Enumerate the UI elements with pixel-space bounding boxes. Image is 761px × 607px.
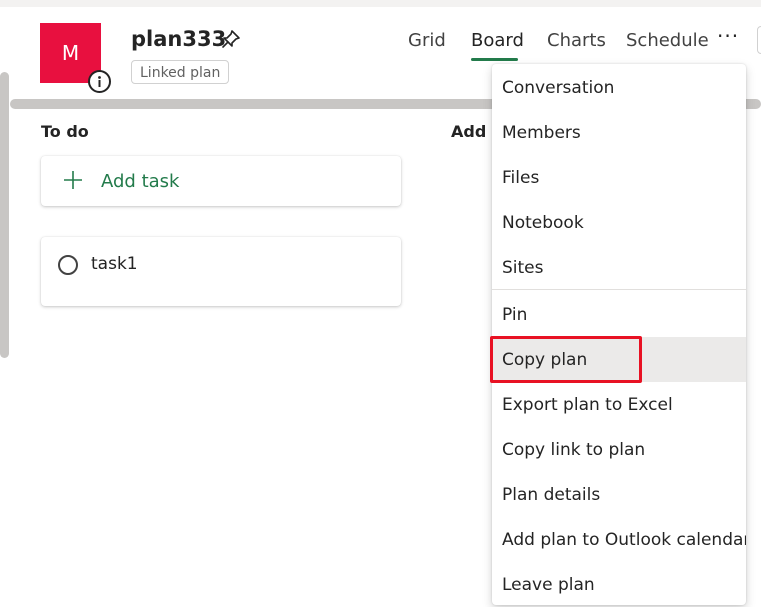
menu-divider (492, 289, 746, 290)
menu-item-label: Leave plan (502, 574, 595, 595)
plus-icon (64, 171, 82, 189)
linked-plan-badge: Linked plan (131, 60, 230, 84)
info-icon[interactable] (88, 70, 111, 93)
vertical-scrollbar[interactable] (0, 72, 9, 358)
more-options-menu: Conversation Members Files Notebook Site… (492, 64, 746, 605)
copy-plan-highlight-box (490, 336, 642, 383)
tab-charts[interactable]: Charts (547, 30, 606, 51)
menu-item-label: Add plan to Outlook calendar (502, 529, 746, 550)
menu-item-label: Copy link to plan (502, 439, 646, 460)
task-card[interactable]: task1 (41, 237, 401, 306)
menu-item-label: Conversation (502, 77, 615, 98)
task-title: task1 (91, 254, 138, 274)
menu-item-label: Plan details (502, 484, 601, 505)
menu-item-label: Sites (502, 257, 544, 278)
add-task-button[interactable]: Add task (41, 156, 401, 206)
tab-grid[interactable]: Grid (408, 30, 446, 51)
top-strip (0, 0, 761, 7)
tab-board[interactable]: Board (471, 30, 524, 51)
menu-item-files[interactable]: Files (492, 155, 746, 200)
pin-icon[interactable] (220, 28, 242, 50)
menu-item-members[interactable]: Members (492, 110, 746, 155)
active-tab-indicator (471, 58, 518, 61)
menu-item-copy-link-to-plan[interactable]: Copy link to plan (492, 427, 746, 472)
menu-item-add-plan-to-outlook-calendar[interactable]: Add plan to Outlook calendar (492, 517, 746, 562)
right-edge-button[interactable] (757, 26, 761, 54)
menu-item-export-plan-to-excel[interactable]: Export plan to Excel (492, 382, 746, 427)
menu-item-sites[interactable]: Sites (492, 245, 746, 290)
menu-item-conversation[interactable]: Conversation (492, 65, 746, 110)
menu-item-label: Files (502, 167, 540, 188)
menu-item-leave-plan[interactable]: Leave plan (492, 562, 746, 605)
info-glyph (98, 76, 101, 87)
plan-title: plan333 (131, 27, 227, 51)
complete-task-circle-icon[interactable] (58, 255, 78, 275)
menu-item-plan-details[interactable]: Plan details (492, 472, 746, 517)
add-task-label: Add task (101, 171, 180, 192)
avatar-letter: M (61, 41, 80, 65)
tab-schedule[interactable]: Schedule (626, 30, 709, 51)
menu-item-notebook[interactable]: Notebook (492, 200, 746, 245)
menu-item-pin[interactable]: Pin (492, 292, 746, 337)
pin-glyph (222, 30, 240, 48)
bucket-header-to-do[interactable]: To do (41, 122, 89, 141)
more-options-button[interactable]: ··· (717, 24, 739, 48)
menu-item-label: Members (502, 122, 581, 143)
menu-item-label: Export plan to Excel (502, 394, 673, 415)
menu-item-label: Pin (502, 304, 528, 325)
menu-item-label: Notebook (502, 212, 584, 233)
